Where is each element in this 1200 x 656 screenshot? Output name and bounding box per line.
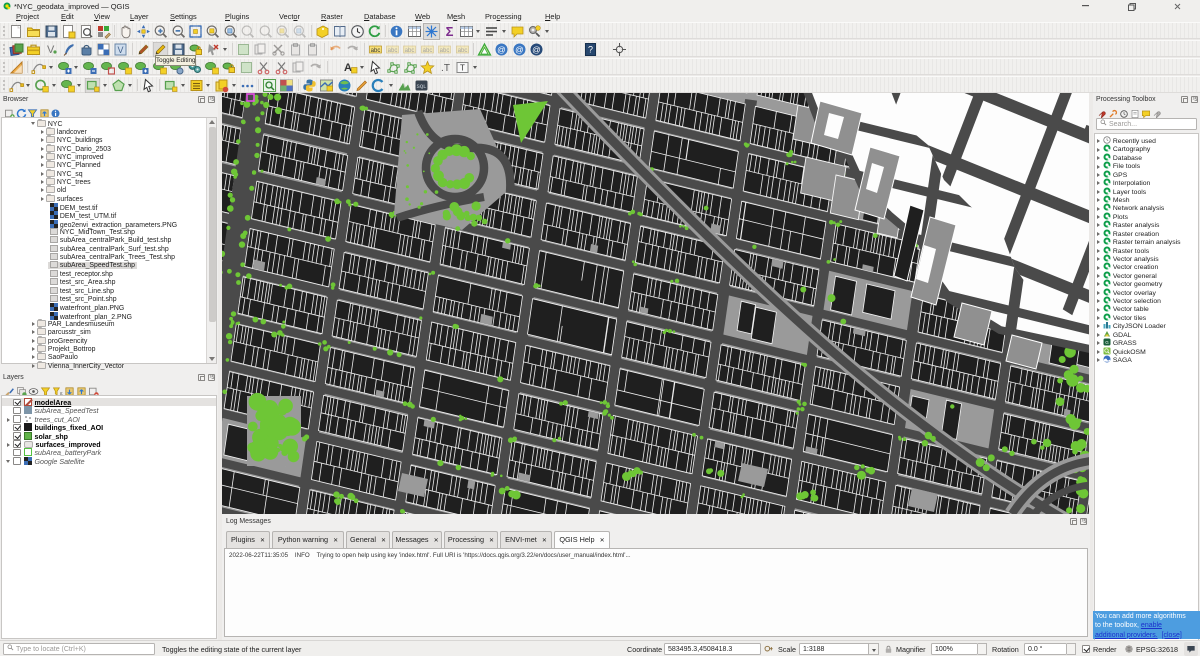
svg-text:G: G bbox=[1105, 340, 1109, 345]
svg-text:abc: abc bbox=[388, 48, 398, 54]
svg-text:@: @ bbox=[515, 44, 524, 54]
svg-text:A: A bbox=[344, 62, 352, 74]
svg-text:T: T bbox=[460, 64, 465, 73]
svg-text:abc: abc bbox=[440, 48, 450, 54]
svg-text:@: @ bbox=[532, 44, 541, 54]
svg-text:SQL: SQL bbox=[417, 83, 427, 90]
svg-text:abc: abc bbox=[457, 48, 467, 54]
svg-text:abc: abc bbox=[422, 48, 432, 54]
svg-text:.T: .T bbox=[441, 63, 450, 74]
svg-text:abc: abc bbox=[405, 48, 415, 54]
svg-text:V: V bbox=[47, 44, 55, 56]
svg-text:V: V bbox=[118, 45, 124, 55]
svg-text:?: ? bbox=[588, 45, 593, 55]
svg-text:abc: abc bbox=[370, 48, 380, 54]
svg-text:@: @ bbox=[498, 44, 507, 54]
svg-text:Σ: Σ bbox=[445, 24, 453, 39]
